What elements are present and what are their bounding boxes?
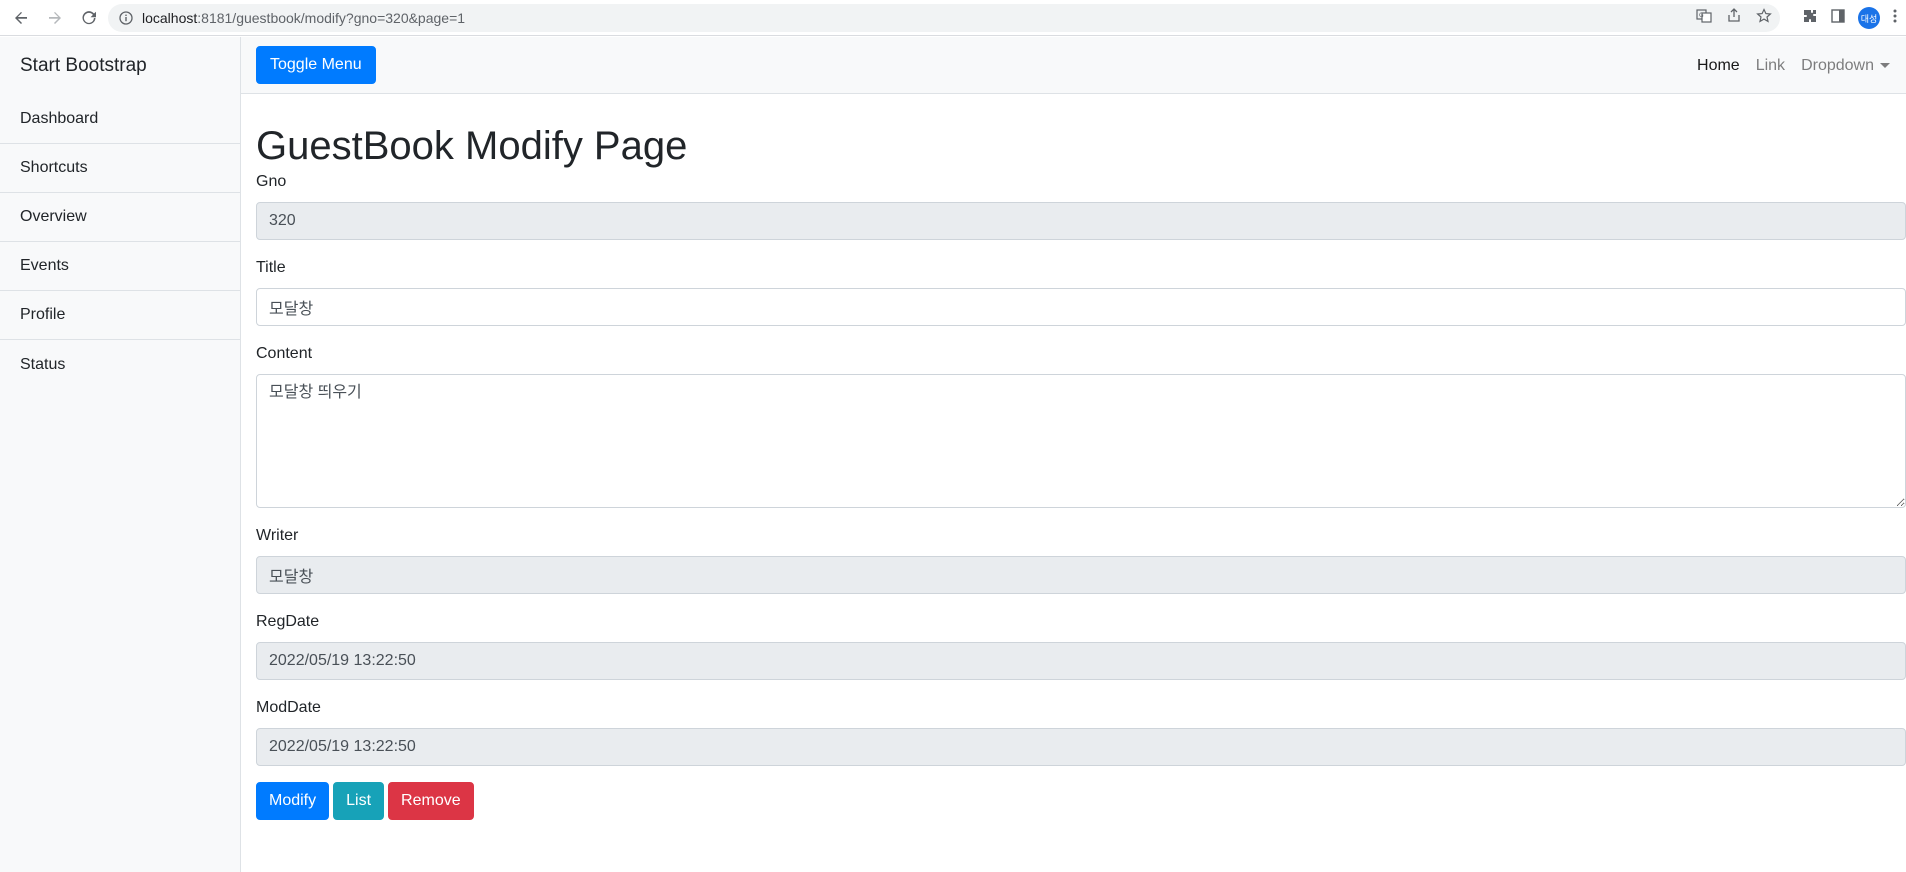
navbar-links: Home Link Dropdown [1689, 37, 1898, 94]
share-icon[interactable] [1726, 7, 1742, 29]
reload-icon[interactable] [76, 5, 102, 31]
profile-avatar[interactable]: 대성 [1858, 7, 1880, 29]
nav-dropdown-label: Dropdown [1801, 56, 1874, 74]
caret-down-icon [1880, 63, 1890, 68]
moddate-group: ModDate [256, 696, 1906, 766]
sidebar-item-events[interactable]: Events [0, 242, 240, 291]
moddate-field[interactable] [256, 728, 1906, 766]
toggle-menu-button[interactable]: Toggle Menu [256, 46, 376, 84]
regdate-field[interactable] [256, 642, 1906, 680]
writer-label: Writer [256, 527, 299, 544]
forward-icon[interactable] [42, 5, 68, 31]
gno-field[interactable] [256, 202, 1906, 240]
svg-text:G: G [1699, 12, 1704, 19]
bookmark-star-icon[interactable] [1756, 7, 1772, 29]
regdate-group: RegDate [256, 610, 1906, 680]
sidebar-item-shortcuts[interactable]: Shortcuts [0, 144, 240, 193]
extensions-icon[interactable] [1802, 8, 1818, 29]
content-group: Content 모달창 띄우기 [256, 342, 1906, 508]
gno-label: Gno [256, 173, 287, 190]
gno-group: Gno [256, 170, 1906, 240]
sidebar-heading[interactable]: Start Bootstrap [0, 37, 240, 95]
sidebar-item-dashboard[interactable]: Dashboard [0, 95, 240, 144]
address-bar[interactable]: localhost:8181/guestbook/modify?gno=320&… [108, 4, 1780, 32]
modify-button[interactable]: Modify [256, 782, 330, 820]
menu-kebab-icon[interactable] [1892, 8, 1898, 29]
sidebar-item-overview[interactable]: Overview [0, 193, 240, 242]
nav-dropdown[interactable]: Dropdown [1793, 57, 1898, 75]
writer-group: Writer [256, 524, 1906, 594]
page-title: GuestBook Modify Page [256, 124, 688, 168]
title-field[interactable] [256, 288, 1906, 326]
browser-toolbar: localhost:8181/guestbook/modify?gno=320&… [0, 0, 1906, 36]
sidebar: Start Bootstrap Dashboard Shortcuts Over… [0, 37, 241, 872]
writer-field[interactable] [256, 556, 1906, 594]
action-buttons: Modify List Remove [256, 782, 1891, 820]
url-text: localhost:8181/guestbook/modify?gno=320&… [142, 10, 465, 26]
sidebar-item-profile[interactable]: Profile [0, 291, 240, 340]
main-content: GuestBook Modify Page Gno Title Content … [241, 94, 1906, 872]
url-host: localhost [142, 10, 198, 26]
side-panel-icon[interactable] [1830, 8, 1846, 29]
content-label: Content [256, 345, 313, 362]
list-button[interactable]: List [333, 782, 385, 820]
moddate-label: ModDate [256, 699, 321, 716]
regdate-label: RegDate [256, 613, 320, 630]
site-info-icon[interactable] [118, 10, 134, 26]
content-textarea[interactable]: 모달창 띄우기 [256, 374, 1906, 508]
translate-icon[interactable]: G [1696, 8, 1712, 29]
url-path: :8181/guestbook/modify?gno=320&page=1 [197, 10, 466, 26]
remove-button[interactable]: Remove [388, 782, 474, 820]
sidebar-item-status[interactable]: Status [0, 340, 240, 389]
back-icon[interactable] [8, 5, 34, 31]
top-navbar: Toggle Menu Home Link Dropdown [241, 37, 1906, 94]
nav-link-link[interactable]: Link [1748, 57, 1793, 75]
title-label: Title [256, 259, 286, 276]
nav-link-home[interactable]: Home [1689, 57, 1748, 75]
title-group: Title [256, 256, 1906, 326]
